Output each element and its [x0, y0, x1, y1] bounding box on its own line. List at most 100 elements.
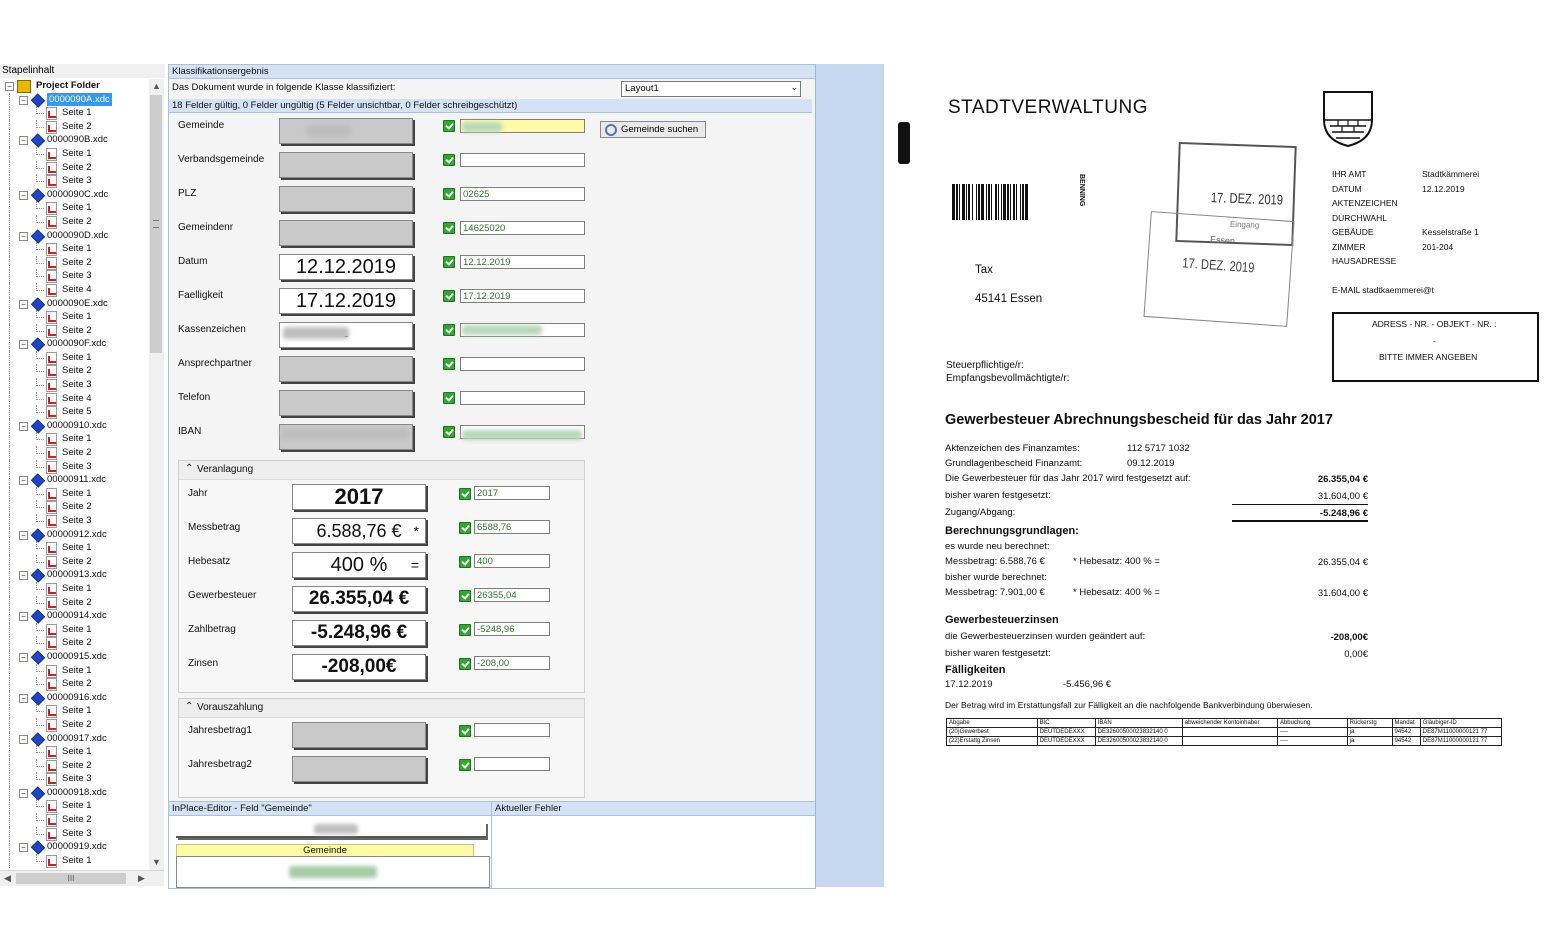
- chevron-up-icon[interactable]: ⌃: [185, 698, 193, 716]
- tree-page-item[interactable]: Seite 1: [0, 201, 149, 216]
- tree-page-item[interactable]: Seite 2: [0, 500, 149, 515]
- tree-page-item[interactable]: Seite 1: [0, 146, 149, 161]
- collapse-icon[interactable]: −: [5, 82, 14, 91]
- field-value-input[interactable]: 17.12.2019: [460, 289, 585, 303]
- tree-scroll-thumb[interactable]: [150, 95, 162, 353]
- assessment-value-input[interactable]: 6588,76: [474, 520, 550, 534]
- viewer-splitter[interactable]: [815, 64, 884, 887]
- field-valid-checkbox[interactable]: [443, 154, 455, 166]
- tree-page-item[interactable]: Seite 3: [0, 459, 149, 474]
- assessment-valid-checkbox[interactable]: [459, 522, 471, 534]
- collapse-icon[interactable]: −: [19, 843, 28, 853]
- tree-document-item[interactable]: − 0000090F.xdc: [0, 337, 149, 352]
- batch-tree[interactable]: − Project Folder −0000090A.xdc Seite 1 Seite…: [0, 79, 150, 869]
- tree-vertical-scrollbar[interactable]: ▲ ▼: [149, 79, 164, 870]
- tree-page-item[interactable]: Seite 4: [0, 391, 149, 406]
- field-value-input[interactable]: 14625020: [460, 221, 585, 235]
- tree-page-item[interactable]: Seite 3: [0, 772, 149, 787]
- field-value-input[interactable]: [460, 357, 585, 371]
- tree-page-item[interactable]: Seite 2: [0, 813, 149, 828]
- collapse-icon[interactable]: −: [19, 788, 28, 798]
- field-value-input[interactable]: 12.12.2019: [460, 255, 585, 269]
- field-value-input[interactable]: 02625: [460, 187, 585, 201]
- tree-page-item[interactable]: Seite 2: [0, 446, 149, 461]
- tree-document-item[interactable]: − 0000090A.xdc: [0, 92, 149, 108]
- tree-document-item[interactable]: − 00000917.xdc: [0, 731, 149, 747]
- tree-document-item[interactable]: − 00000915.xdc: [0, 649, 149, 665]
- collapse-icon[interactable]: −: [19, 571, 28, 581]
- scroll-down-icon[interactable]: ▼: [149, 855, 164, 870]
- tree-page-item[interactable]: Seite 1: [0, 663, 149, 678]
- tree-page-item[interactable]: Seite 2: [0, 595, 149, 610]
- tree-page-item[interactable]: Seite 4: [0, 282, 149, 297]
- tree-page-item[interactable]: Seite 3: [0, 514, 149, 528]
- tree-page-item[interactable]: Seite 1: [0, 581, 149, 596]
- assessment-value-input[interactable]: 400: [474, 554, 550, 568]
- collapse-icon[interactable]: −: [19, 299, 28, 309]
- collapse-icon[interactable]: −: [19, 476, 28, 486]
- tree-document-item[interactable]: − 00000916.xdc: [0, 690, 149, 706]
- field-valid-checkbox[interactable]: [443, 188, 455, 200]
- tree-page-item[interactable]: Seite 1: [0, 242, 149, 257]
- tree-page-item[interactable]: Seite 1: [0, 853, 149, 868]
- tree-page-item[interactable]: Seite 2: [0, 364, 149, 379]
- collapse-icon[interactable]: −: [19, 136, 28, 146]
- field-valid-checkbox[interactable]: [443, 222, 455, 234]
- collapse-icon[interactable]: −: [19, 231, 28, 241]
- collapse-icon[interactable]: −: [19, 652, 28, 662]
- tree-page-item[interactable]: Seite 1: [0, 704, 149, 719]
- field-valid-checkbox[interactable]: [443, 324, 455, 336]
- tree-hscroll-thumb[interactable]: III: [16, 873, 126, 884]
- tree-root[interactable]: − Project Folder: [0, 79, 149, 93]
- scroll-left-icon[interactable]: ◀: [0, 871, 15, 886]
- tree-document-item[interactable]: − 0000090E.xdc: [0, 296, 149, 312]
- assessment-value-input[interactable]: 2017: [474, 486, 550, 500]
- tree-page-item[interactable]: Seite 2: [0, 677, 149, 692]
- prepayment-valid-checkbox[interactable]: [459, 725, 471, 737]
- assessment-valid-checkbox[interactable]: [459, 488, 471, 500]
- field-valid-checkbox[interactable]: [443, 392, 455, 404]
- tree-page-item[interactable]: Seite 1: [0, 350, 149, 365]
- tree-page-item[interactable]: Seite 1: [0, 106, 149, 121]
- scroll-up-icon[interactable]: ▲: [149, 79, 164, 94]
- document-class-select[interactable]: Layout1 ⌄: [621, 81, 801, 97]
- assessment-valid-checkbox[interactable]: [459, 658, 471, 670]
- tree-page-item[interactable]: Seite 2: [0, 255, 149, 270]
- collapse-icon[interactable]: −: [19, 734, 28, 744]
- assessment-valid-checkbox[interactable]: [459, 624, 471, 636]
- prepayment-valid-checkbox[interactable]: [459, 759, 471, 771]
- chevron-down-icon[interactable]: ⌄: [790, 82, 798, 93]
- collapse-icon[interactable]: −: [19, 530, 28, 540]
- search-municipality-button[interactable]: Gemeinde suchen: [600, 121, 706, 138]
- assessment-group-header[interactable]: ⌃ Veranlagung: [179, 461, 584, 480]
- tree-document-item[interactable]: − 00000913.xdc: [0, 568, 149, 584]
- assessment-value-input[interactable]: -5248,96: [474, 622, 550, 636]
- tree-document-item[interactable]: − 00000912.xdc: [0, 527, 149, 543]
- collapse-icon[interactable]: −: [19, 95, 28, 105]
- tree-page-item[interactable]: Seite 2: [0, 554, 149, 569]
- collapse-icon[interactable]: −: [19, 612, 28, 622]
- tree-page-item[interactable]: Seite 1: [0, 799, 149, 814]
- tree-page-item[interactable]: Seite 2: [0, 636, 149, 651]
- collapse-icon[interactable]: −: [19, 190, 28, 200]
- collapse-icon[interactable]: −: [19, 340, 28, 350]
- tree-page-item[interactable]: Seite 2: [0, 323, 149, 338]
- tree-page-item[interactable]: Seite 2: [0, 214, 149, 229]
- document-viewer[interactable]: STADTVERWALTUNG BENNING 17. DEZ. 2019 Ei…: [884, 64, 1550, 887]
- field-valid-checkbox[interactable]: [443, 358, 455, 370]
- prepayment-group-header[interactable]: ⌃ Vorauszahlung: [179, 699, 584, 718]
- tree-page-item[interactable]: Seite 1: [0, 541, 149, 556]
- field-value-input[interactable]: [460, 153, 585, 167]
- assessment-valid-checkbox[interactable]: [459, 556, 471, 568]
- field-valid-checkbox[interactable]: [443, 426, 455, 438]
- tree-document-item[interactable]: − 0000090C.xdc: [0, 187, 149, 203]
- tree-page-item[interactable]: Seite 3: [0, 826, 149, 841]
- collapse-icon[interactable]: −: [19, 421, 28, 431]
- tree-page-item[interactable]: Seite 5: [0, 405, 149, 420]
- tree-page-item[interactable]: Seite 2: [0, 119, 149, 134]
- tree-document-item[interactable]: − 0000090B.xdc: [0, 133, 149, 149]
- field-valid-checkbox[interactable]: [443, 256, 455, 268]
- tree-page-item[interactable]: Seite 3: [0, 378, 149, 393]
- tree-page-item[interactable]: Seite 1: [0, 432, 149, 447]
- field-valid-checkbox[interactable]: [443, 120, 455, 132]
